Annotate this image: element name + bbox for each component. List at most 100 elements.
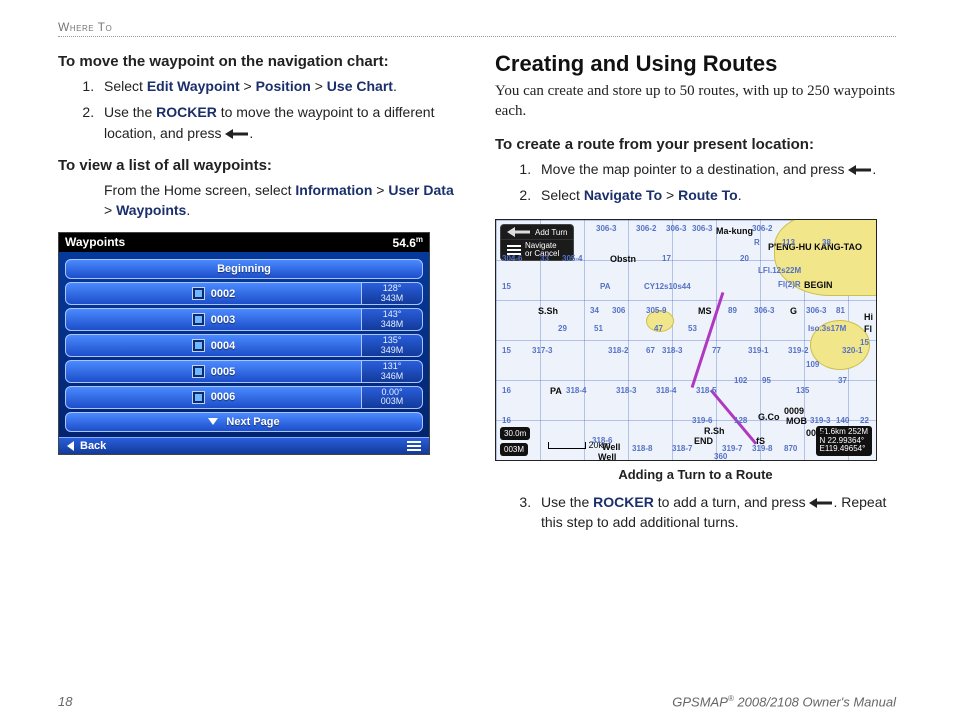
text: Move the map pointer to a destination, a… [541,161,848,177]
add-turn-button[interactable]: Add Turn [501,225,573,239]
sounding: 305-4 [562,254,582,263]
waypoint-marker-icon [192,339,205,352]
figure-caption: Adding a Turn to a Route [495,467,896,482]
text: Use the [104,104,156,120]
sounding: 318-3 [616,386,636,395]
rocker-label: ROCKER [156,104,217,120]
sounding: G [790,306,797,316]
sounding: 0006 [806,428,826,438]
sounding: 29 [558,324,567,333]
brand-name: GPSMAP [672,694,728,709]
waypoints-screenshot: Waypoints 54.6m Beginning 0002 128°343M … [58,232,430,454]
depth-value: 54.6 [393,236,416,250]
ui-path: Navigate To [584,187,662,203]
sounding: 319-1 [748,346,768,355]
chevron-down-icon [208,418,218,425]
sounding: 0009 [784,406,804,416]
text: . [393,78,397,94]
sounding: 20 [740,254,749,263]
sounding: 38 [822,238,831,247]
heading-overlay: 003M [500,443,528,457]
sounding: 318-8 [632,444,652,453]
text: > [240,78,256,94]
enter-key-icon [848,165,872,175]
sounding: 318-2 [608,346,628,355]
sounding: Hi [864,312,873,322]
waypoint-row-beginning[interactable]: Beginning [65,259,423,279]
waypoint-marker-icon [192,391,205,404]
waypoint-label: 0003 [211,314,235,326]
sounding: 67 [646,346,655,355]
sounding: 306-2 [752,224,772,233]
text: > [104,202,116,218]
sounding: 319-6 [692,416,712,425]
sounding: 306-3 [596,224,616,233]
sounding: 870 [784,444,797,453]
left-column: To move the waypoint on the navigation c… [58,49,459,547]
text: to add a turn, and press [654,494,810,510]
sounding: 306-2 [636,224,656,233]
sounding: 320-1 [842,346,862,355]
text: . [249,125,253,141]
ui-path: Use Chart [327,78,393,94]
sounding: 135 [796,386,809,395]
sounding: Fl(2)R [778,280,801,289]
routes-intro: You can create and store up to 50 routes… [495,81,896,122]
ui-path: Route To [678,187,738,203]
back-button[interactable]: Back [67,440,106,452]
sounding: 16 [502,386,511,395]
waypoint-row-0002[interactable]: 0002 128°343M [65,282,423,305]
distance: 343M [381,294,404,303]
sounding: 33 [540,254,549,263]
text: Select [104,78,147,94]
mob-marker: MOB [786,416,807,426]
text: > [662,187,678,203]
waypoint-row-0006[interactable]: 0006 0.00°003M [65,386,423,409]
next-page-button[interactable]: Next Page [65,412,423,432]
waypoint-marker-icon [192,287,205,300]
task-create-route-title: To create a route from your present loca… [495,136,896,153]
sounding: 15 [502,346,511,355]
waypoints-title: Waypoints [65,235,125,250]
sounding: 318-6 [592,436,612,445]
route-step-3: Use the ROCKER to add a turn, and press … [535,492,896,533]
sounding: 304-6 [502,254,522,263]
map-text-well: Well [598,452,616,461]
waypoint-row-0004[interactable]: 0004 135°349M [65,334,423,357]
sounding: Fl [864,324,872,334]
route-map-screenshot: Add Turn Navigate or Cancel 30.0m 003M [495,219,877,461]
sounding: 318-4 [566,386,586,395]
sounding: 306-3 [666,224,686,233]
sounding: Iso.3s17M [808,324,846,333]
waypoints-list: Beginning 0002 128°343M 0003 143°348M 00… [59,252,429,436]
sounding: 318-5 [696,386,716,395]
sounding: 34 [590,306,599,315]
sounding: 306 [612,306,625,315]
depth-reading: 54.6m [393,235,423,250]
distance: 346M [381,372,404,381]
sounding: 53 [688,324,697,333]
sounding: 16 [502,416,511,425]
waypoint-row-0005[interactable]: 0005 131°346M [65,360,423,383]
step-2: Use the ROCKER to move the waypoint to a… [98,102,459,143]
waypoint-row-0003[interactable]: 0003 143°348M [65,308,423,331]
sounding: 306-3 [754,306,774,315]
longitude: E119.49654° [820,445,868,454]
task-view-waypoints-note: From the Home screen, select Information… [98,180,459,221]
menu-icon[interactable] [407,441,421,451]
sounding: 128 [734,416,747,425]
ui-path: Edit Waypoint [147,78,240,94]
depth-overlay: 30.0m [500,427,530,441]
rocker-label: ROCKER [593,494,654,510]
sounding: MS [698,306,712,316]
task-create-route-steps: Move the map pointer to a destination, a… [495,159,896,206]
ui-path: Information [295,182,372,198]
sounding: PA [550,386,562,396]
sounding: 306-3 [806,306,826,315]
waypoints-bottom-bar: Back [59,437,429,454]
enter-key-icon [809,498,833,508]
task-create-route-steps-cont: Use the ROCKER to add a turn, and press … [495,492,896,533]
text: Use the [541,494,593,510]
route-step-2: Select Navigate To > Route To. [535,185,896,205]
depth-unit: m [416,235,423,244]
